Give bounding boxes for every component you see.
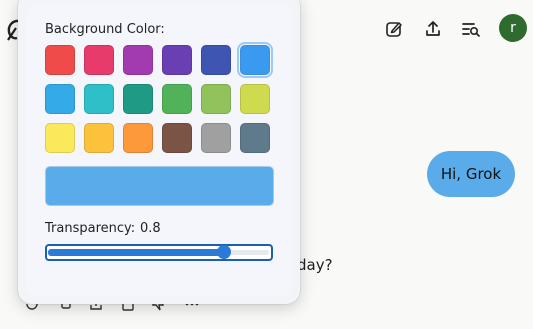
transparency-slider[interactable] — [45, 244, 273, 261]
color-swatch[interactable] — [45, 123, 75, 153]
color-swatch[interactable] — [240, 123, 270, 153]
color-swatch[interactable] — [84, 84, 114, 114]
color-swatch[interactable] — [45, 45, 75, 75]
color-swatch-grid — [45, 42, 273, 153]
color-preview — [45, 166, 274, 206]
avatar-letter: r — [510, 20, 516, 36]
color-swatch[interactable] — [237, 42, 273, 78]
assistant-message-text: day? — [297, 256, 333, 274]
edit-icon[interactable] — [383, 18, 405, 40]
color-swatch[interactable] — [162, 123, 192, 153]
slider-thumb[interactable] — [217, 245, 231, 259]
slider-fill — [48, 249, 225, 256]
color-swatch[interactable] — [240, 84, 270, 114]
color-swatch[interactable] — [45, 84, 75, 114]
transparency-value: 0.8 — [140, 221, 161, 236]
share-upload-icon[interactable] — [422, 18, 444, 40]
color-swatch[interactable] — [84, 45, 114, 75]
color-swatch[interactable] — [162, 45, 192, 75]
color-swatch[interactable] — [123, 123, 153, 153]
search-history-icon[interactable] — [460, 18, 482, 40]
color-swatch[interactable] — [201, 45, 231, 75]
color-swatch[interactable] — [123, 45, 153, 75]
color-swatch[interactable] — [123, 84, 153, 114]
transparency-label: Transparency: — [45, 221, 136, 236]
color-swatch[interactable] — [162, 84, 192, 114]
user-message-text: Hi, Grok — [440, 165, 502, 183]
avatar[interactable]: r — [499, 14, 527, 42]
user-message-bubble: Hi, Grok — [427, 151, 515, 197]
slider-track — [227, 250, 269, 255]
background-color-label: Background Color: — [45, 22, 165, 37]
color-swatch[interactable] — [201, 123, 231, 153]
color-swatch[interactable] — [84, 123, 114, 153]
color-swatch[interactable] — [201, 84, 231, 114]
